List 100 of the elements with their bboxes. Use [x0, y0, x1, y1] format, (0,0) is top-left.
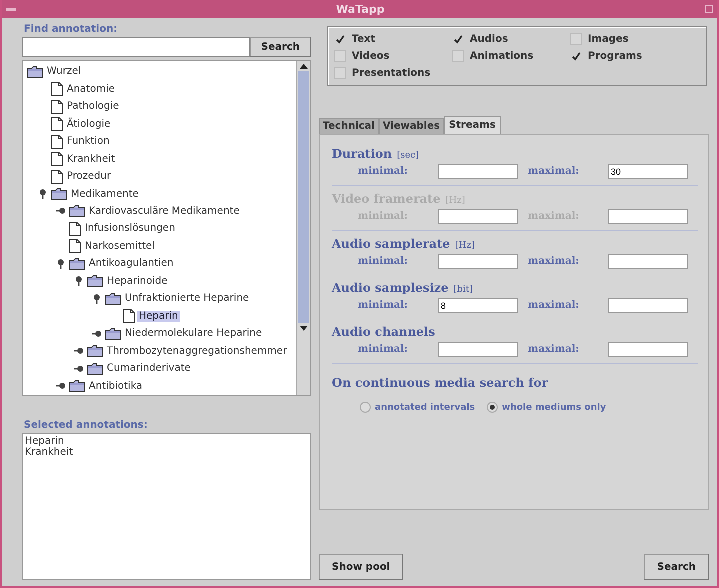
- checkbox[interactable]: [334, 67, 346, 79]
- checkbox-label: Images: [588, 34, 629, 44]
- folder-icon: [69, 258, 85, 270]
- maximal-input-field[interactable]: [608, 298, 688, 313]
- checkbox[interactable]: [334, 33, 346, 45]
- tab[interactable]: Viewables: [378, 118, 444, 134]
- tree-node[interactable]: Heparinoide: [105, 276, 170, 287]
- range-title: Audio samplerate: [332, 237, 450, 251]
- expand-handle-icon[interactable]: [37, 189, 49, 200]
- tree-node[interactable]: Prozedur: [65, 171, 114, 182]
- checkbox[interactable]: [452, 33, 464, 45]
- find-search-button[interactable]: Search: [250, 37, 311, 57]
- vertical-scrollbar[interactable]: [296, 61, 310, 395]
- tree-node[interactable]: Unfraktionierte Heparine: [123, 293, 252, 304]
- checkbox[interactable]: [570, 33, 582, 45]
- tab[interactable]: Technical: [319, 118, 379, 134]
- window-menu-icon[interactable]: [6, 8, 16, 10]
- tab[interactable]: Streams: [444, 116, 501, 134]
- tree-node[interactable]: Thrombozytenaggregationshemmer: [105, 346, 290, 357]
- maximal-input-field[interactable]: 30: [608, 164, 688, 179]
- show-pool-button[interactable]: Show pool: [319, 554, 404, 580]
- tree-node[interactable]: Ätiologie: [65, 118, 113, 130]
- maximal-input-field[interactable]: [608, 342, 688, 357]
- find-annotation-label: Find annotation:: [23, 23, 119, 37]
- minimal-label: minimal:: [358, 166, 409, 177]
- minimal-input-field[interactable]: [438, 342, 518, 357]
- tree-node[interactable]: Anatomie: [65, 84, 118, 95]
- expand-handle-icon[interactable]: [73, 364, 85, 373]
- list-item[interactable]: Krankheit: [25, 447, 74, 458]
- checkbox[interactable]: [334, 50, 346, 62]
- expand-handle-icon[interactable]: [91, 330, 103, 338]
- maximal-label: maximal:: [528, 344, 580, 355]
- window-close-icon[interactable]: [704, 5, 713, 13]
- selected-annotations-label: Selected annotations:: [23, 419, 149, 433]
- scroll-thumb[interactable]: [298, 71, 309, 323]
- window-title: WaTapp: [336, 2, 385, 16]
- unit-label: [Hz]: [455, 241, 475, 251]
- document-icon: [123, 309, 135, 324]
- expand-handle-icon[interactable]: [55, 207, 67, 216]
- radio-button[interactable]: [360, 402, 371, 413]
- maximal-label: maximal:: [528, 166, 580, 177]
- tree-node[interactable]: Medikamente: [69, 188, 141, 200]
- tree-node[interactable]: Infusionslösungen: [83, 223, 178, 234]
- maximal-input-field[interactable]: [608, 254, 688, 269]
- list-item[interactable]: Heparin: [25, 436, 64, 447]
- expand-handle-icon[interactable]: [55, 382, 67, 390]
- document-icon: [51, 170, 63, 184]
- scroll-down-icon[interactable]: [300, 323, 308, 333]
- tree-node[interactable]: Wurzel: [45, 66, 84, 78]
- checkbox-label: Animations: [470, 50, 534, 62]
- tree-node[interactable]: Antibiotika: [87, 380, 145, 392]
- checkbox-label: Videos: [352, 50, 390, 62]
- range-title: Audio channels: [332, 325, 436, 339]
- document-icon: [69, 239, 81, 254]
- tree-node[interactable]: Heparin: [137, 310, 180, 322]
- tree-node[interactable]: Cumarinderivate: [105, 363, 193, 374]
- folder-icon: [69, 380, 85, 392]
- folder-icon: [27, 66, 43, 78]
- expand-handle-icon[interactable]: [73, 276, 85, 286]
- document-icon: [51, 82, 63, 96]
- minimal-input-field[interactable]: 8: [438, 298, 518, 313]
- tree-node[interactable]: Antikoagulantien: [87, 258, 176, 270]
- checkbox[interactable]: [452, 50, 464, 62]
- checkbox[interactable]: [570, 50, 582, 62]
- find-input-field[interactable]: [22, 37, 250, 57]
- tree-node[interactable]: Pathologie: [65, 101, 122, 112]
- checkbox-label: Programs: [588, 50, 642, 62]
- minimal-input-field[interactable]: [438, 254, 518, 269]
- expand-handle-icon[interactable]: [91, 294, 103, 304]
- folder-icon: [51, 188, 67, 200]
- folder-icon: [87, 362, 103, 375]
- tree-node[interactable]: Narkosemittel: [83, 240, 157, 252]
- tree-node[interactable]: Funktion: [65, 136, 112, 148]
- document-icon: [51, 134, 63, 149]
- expand-handle-icon[interactable]: [55, 258, 67, 269]
- folder-icon: [105, 292, 121, 305]
- document-icon: [69, 222, 81, 236]
- unit-label: [bit]: [454, 285, 474, 295]
- checkbox-label: Text: [352, 34, 376, 44]
- maximal-label: maximal:: [528, 256, 580, 267]
- minimal-label: minimal:: [358, 256, 409, 267]
- range-title: Duration: [332, 147, 392, 161]
- radio-button[interactable]: [487, 402, 498, 413]
- folder-icon: [105, 328, 121, 340]
- expand-handle-icon[interactable]: [73, 347, 85, 356]
- maximal-label: maximal:: [528, 300, 580, 311]
- document-icon: [51, 117, 63, 132]
- folder-icon: [87, 345, 103, 358]
- document-icon: [51, 152, 63, 166]
- search-button[interactable]: Search: [644, 554, 709, 580]
- tree-node[interactable]: Krankheit: [65, 154, 118, 165]
- minimal-label: minimal:: [358, 344, 409, 355]
- tree-node[interactable]: Niedermolekulare Heparine: [123, 328, 264, 340]
- checkbox-label: Presentations: [352, 68, 431, 78]
- unit-label: [sec]: [397, 151, 420, 161]
- folder-icon: [69, 205, 85, 218]
- minimal-label: minimal:: [358, 300, 409, 311]
- minimal-input-field[interactable]: [438, 164, 518, 179]
- tree-node[interactable]: Kardiovasculäre Medikamente: [87, 206, 242, 217]
- folder-icon: [87, 275, 103, 288]
